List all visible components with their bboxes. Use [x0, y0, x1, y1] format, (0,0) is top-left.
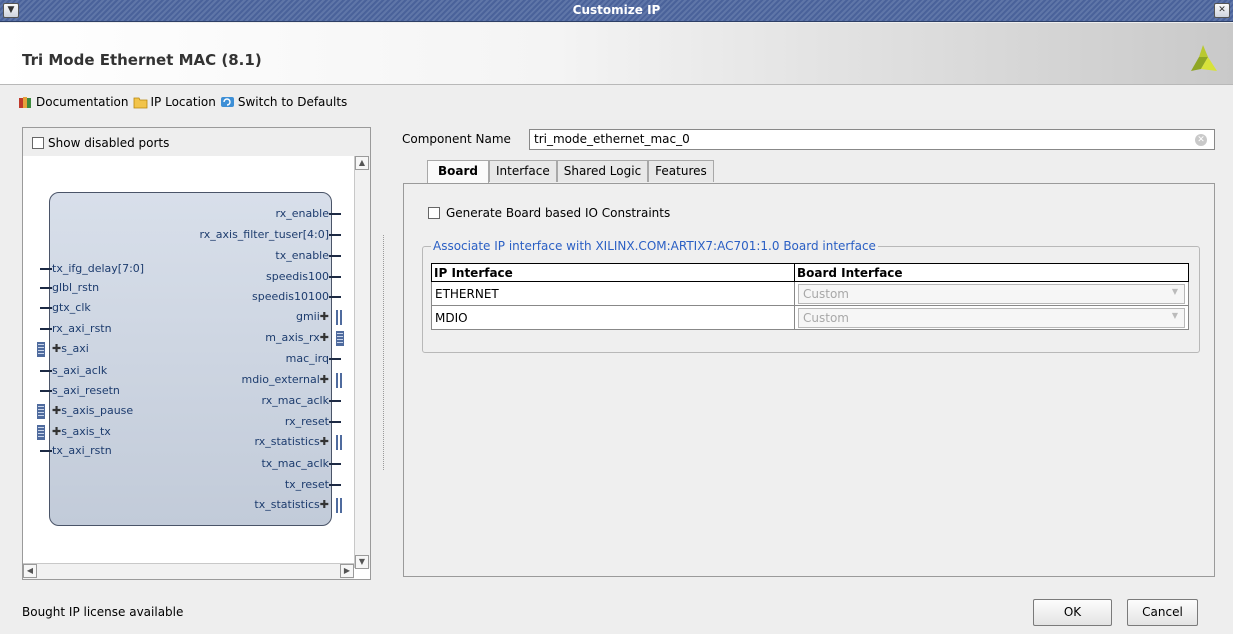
window-title-bar[interactable]: ▼ Customize IP ✕ — [0, 0, 1233, 22]
port-rx-mac-aclk[interactable]: rx_mac_aclk — [262, 394, 341, 408]
generate-board-constraints-checkbox[interactable]: Generate Board based IO Constraints — [428, 206, 670, 220]
expand-icon: ✚ — [319, 373, 329, 386]
expand-icon: ✚ — [52, 342, 62, 355]
port-gtx-clk[interactable]: gtx_clk — [40, 301, 91, 315]
port-tx-mac-aclk[interactable]: tx_mac_aclk — [261, 457, 341, 471]
clear-icon[interactable]: ✕ — [1195, 134, 1207, 146]
port-rx-axi-rstn[interactable]: rx_axi_rstn — [40, 322, 112, 336]
vertical-scrollbar[interactable]: ▲ ▼ — [354, 156, 370, 569]
ip-header: Tri Mode Ethernet MAC (8.1) — [0, 23, 1233, 85]
port-glbl-rstn[interactable]: glbl_rstn — [40, 281, 99, 295]
board-interface-group: Associate IP interface with XILINX.COM:A… — [422, 239, 1200, 353]
tab-board[interactable]: Board — [427, 160, 489, 184]
documentation-label: Documentation — [36, 95, 129, 109]
port-tx-statistics[interactable]: tx_statistics✚ — [254, 498, 344, 513]
column-header-ip-interface[interactable]: IP Interface — [431, 263, 795, 282]
switch-defaults-button[interactable]: Switch to Defaults — [220, 95, 347, 109]
refresh-icon — [220, 97, 234, 107]
ip-name: Tri Mode Ethernet MAC (8.1) — [22, 51, 262, 69]
expand-icon: ✚ — [319, 498, 329, 511]
port-mdio-external[interactable]: mdio_external✚ — [242, 373, 344, 388]
show-disabled-ports-label: Show disabled ports — [48, 136, 170, 150]
scroll-right-arrow-icon[interactable]: ▶ — [340, 564, 354, 578]
port-tx-axi-rstn[interactable]: tx_axi_rstn — [40, 444, 112, 458]
component-name-value: tri_mode_ethernet_mac_0 — [534, 132, 690, 146]
board-interface-cell: Custom ▼ — [794, 305, 1189, 330]
board-tab-panel: Generate Board based IO Constraints Asso… — [403, 183, 1215, 577]
toolbar: Documentation IP Location Switch to Defa… — [18, 92, 347, 112]
port-rx-axis-filter-tuser[interactable]: rx_axis_filter_tuser[4:0] — [200, 228, 341, 242]
tab-features[interactable]: Features — [648, 160, 714, 182]
board-interface-table: IP Interface Board Interface ETHERNET Cu… — [431, 263, 1189, 330]
vivado-logo-icon — [1191, 45, 1217, 71]
tab-interface[interactable]: Interface — [489, 160, 557, 182]
symbol-panel-header: Show disabled ports — [23, 128, 370, 156]
expand-icon: ✚ — [319, 310, 329, 323]
board-interface-cell: Custom ▼ — [794, 281, 1189, 306]
port-mac-irq[interactable]: mac_irq — [286, 352, 341, 366]
scroll-left-arrow-icon[interactable]: ◀ — [23, 564, 37, 578]
config-tabs: Board Interface Shared Logic Features — [427, 160, 714, 184]
panel-splitter[interactable] — [383, 235, 384, 470]
port-speedis10100[interactable]: speedis10100 — [252, 290, 341, 304]
port-speedis100[interactable]: speedis100 — [266, 270, 341, 284]
ip-location-label: IP Location — [150, 95, 216, 109]
window-title: Customize IP — [572, 3, 661, 17]
port-tx-enable[interactable]: tx_enable — [275, 249, 341, 263]
show-disabled-ports-checkbox[interactable]: Show disabled ports — [32, 136, 169, 150]
port-rx-reset[interactable]: rx_reset — [285, 415, 341, 429]
column-header-board-interface[interactable]: Board Interface — [794, 263, 1189, 282]
horizontal-scrollbar[interactable]: ◀ ▶ — [23, 563, 354, 579]
books-icon — [19, 97, 31, 108]
port-tx-reset[interactable]: tx_reset — [285, 478, 341, 492]
expand-icon: ✚ — [52, 425, 62, 438]
port-rx-enable[interactable]: rx_enable — [275, 207, 341, 221]
expand-icon: ✚ — [52, 404, 62, 417]
ip-symbol-block[interactable]: tx_ifg_delay[7:0] glbl_rstn gtx_clk rx_a… — [37, 192, 344, 526]
chevron-down-icon: ▼ — [1171, 286, 1178, 296]
ip-location-button[interactable]: IP Location — [133, 95, 216, 109]
board-interface-legend: Associate IP interface with XILINX.COM:A… — [431, 239, 878, 253]
component-name-input[interactable]: tri_mode_ethernet_mac_0 ✕ — [529, 129, 1215, 150]
checkbox-box[interactable] — [428, 207, 440, 219]
generate-board-constraints-label: Generate Board based IO Constraints — [446, 206, 671, 220]
port-tx-ifg-delay[interactable]: tx_ifg_delay[7:0] — [40, 262, 144, 276]
ok-button[interactable]: OK — [1033, 599, 1112, 626]
cancel-button[interactable]: Cancel — [1127, 599, 1198, 626]
checkbox-box[interactable] — [32, 137, 44, 149]
ip-symbol-panel: Show disabled ports tx_ifg_delay[7:0] gl… — [22, 127, 371, 580]
board-interface-dropdown[interactable]: Custom ▼ — [798, 283, 1185, 304]
port-s-axis-tx[interactable]: ✚s_axis_tx — [37, 425, 111, 440]
port-s-axi-resetn[interactable]: s_axi_resetn — [40, 384, 120, 398]
ip-interface-cell: ETHERNET — [431, 281, 795, 306]
switch-defaults-label: Switch to Defaults — [237, 95, 348, 109]
chevron-down-icon: ▼ — [1171, 310, 1178, 320]
scroll-down-arrow-icon[interactable]: ▼ — [355, 555, 369, 569]
port-gmii[interactable]: gmii✚ — [296, 310, 344, 325]
port-m-axis-rx[interactable]: m_axis_rx✚ — [265, 331, 344, 346]
component-name-label: Component Name — [402, 132, 511, 146]
ip-interface-cell: MDIO — [431, 305, 795, 330]
close-window-button[interactable]: ✕ — [1214, 3, 1230, 18]
documentation-menu[interactable]: Documentation — [18, 95, 129, 109]
license-status: Bought IP license available — [22, 605, 184, 619]
table-row: MDIO Custom ▼ — [431, 305, 1189, 330]
scroll-up-arrow-icon[interactable]: ▲ — [355, 156, 369, 170]
port-rx-statistics[interactable]: rx_statistics✚ — [255, 435, 344, 450]
table-row: ETHERNET Custom ▼ — [431, 281, 1189, 306]
board-interface-dropdown[interactable]: Custom ▼ — [798, 307, 1185, 328]
expand-icon: ✚ — [319, 331, 329, 344]
expand-icon: ✚ — [319, 435, 329, 448]
port-s-axi[interactable]: ✚s_axi — [37, 342, 89, 357]
folder-icon — [133, 97, 147, 109]
port-s-axi-aclk[interactable]: s_axi_aclk — [40, 364, 107, 378]
tab-shared-logic[interactable]: Shared Logic — [556, 160, 649, 182]
port-s-axis-pause[interactable]: ✚s_axis_pause — [37, 404, 133, 419]
